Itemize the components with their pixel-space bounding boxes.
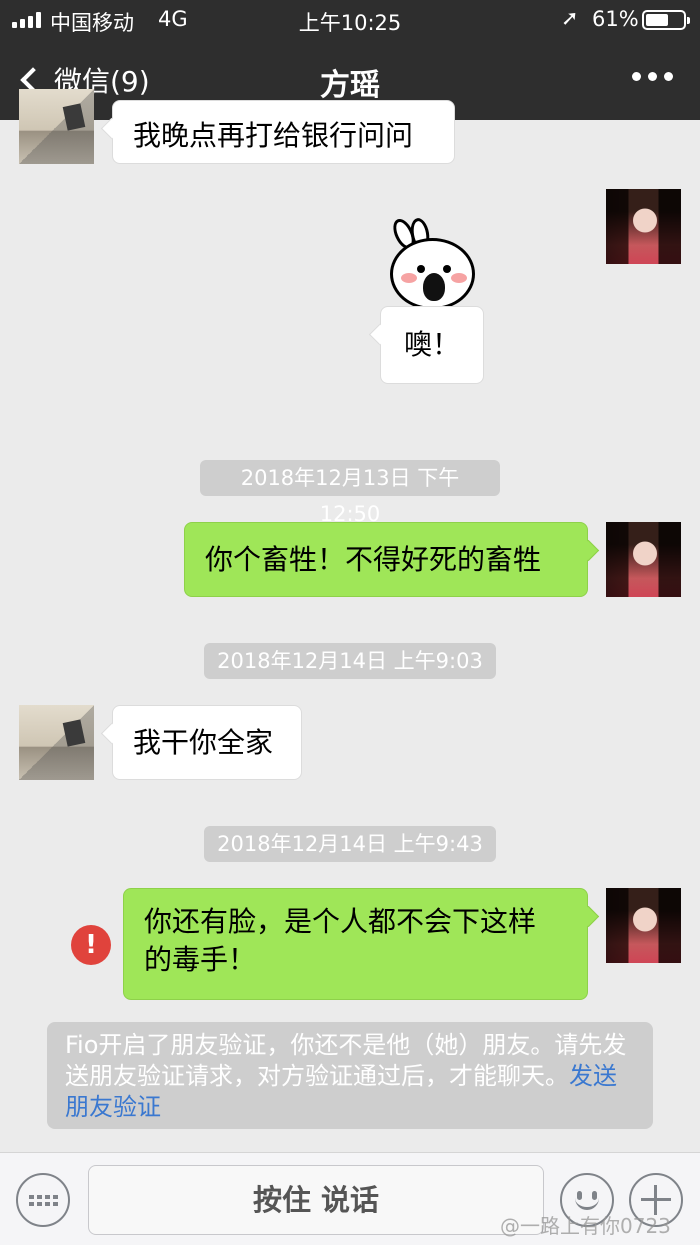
bunny-sticker-icon[interactable] [385, 215, 480, 310]
friend-verification-notice: Fio开启了朋友验证，你还不是他（她）朋友。请先发送朋友验证请求，对方验证通过后… [47, 1022, 653, 1129]
status-bar: 中国移动 4G 上午10:25 ➚ 61% [0, 0, 700, 40]
battery-icon [642, 10, 690, 30]
keyboard-toggle-button[interactable] [16, 1173, 70, 1227]
sticker-caption-bubble[interactable]: 噢！ [380, 306, 484, 384]
contact-avatar[interactable] [19, 705, 94, 780]
keyboard-icon [28, 1194, 58, 1206]
timestamp: 2018年12月14日 上午9:43 [204, 826, 496, 862]
send-failed-icon[interactable]: ! [71, 925, 111, 965]
notice-text: Fio开启了朋友验证，你还不是他（她）朋友。请先发送朋友验证请求，对方验证通过后… [65, 1031, 627, 1090]
my-avatar[interactable] [606, 888, 681, 963]
timestamp: 2018年12月13日 下午12:50 [200, 460, 500, 526]
my-avatar[interactable] [606, 522, 681, 597]
hold-to-talk-button[interactable]: 按住 说话 [88, 1165, 544, 1235]
message-text: 你个畜牲！不得好死的畜牲 [205, 542, 542, 576]
chat-title: 方瑶 [320, 68, 380, 103]
message-text: 我干你全家 [133, 725, 274, 759]
message-text: 我晚点再打给银行问问 [133, 119, 414, 152]
more-dots-icon[interactable] [632, 72, 673, 81]
my-avatar[interactable] [606, 189, 681, 264]
timestamp: 2018年12月14日 上午9:03 [204, 643, 496, 679]
contact-avatar[interactable] [19, 89, 94, 164]
sticker-caption: 噢！ [403, 328, 460, 361]
battery-percent: 61% [592, 7, 639, 31]
watermark: @一路上有你0723 [500, 1214, 671, 1238]
received-message-bubble[interactable]: 我干你全家 [112, 705, 302, 780]
message-text-line: 的毒手！ [144, 943, 257, 976]
message-text-line: 你还有脸，是个人都不会下这样 [144, 905, 537, 938]
sent-message-bubble[interactable]: 你还有脸，是个人都不会下这样 的毒手！ [123, 888, 588, 1000]
location-arrow-icon: ➚ [561, 6, 579, 30]
received-message-bubble[interactable]: 我晚点再打给银行问问 [112, 100, 455, 164]
sent-message-bubble[interactable]: 你个畜牲！不得好死的畜牲 [184, 522, 588, 597]
